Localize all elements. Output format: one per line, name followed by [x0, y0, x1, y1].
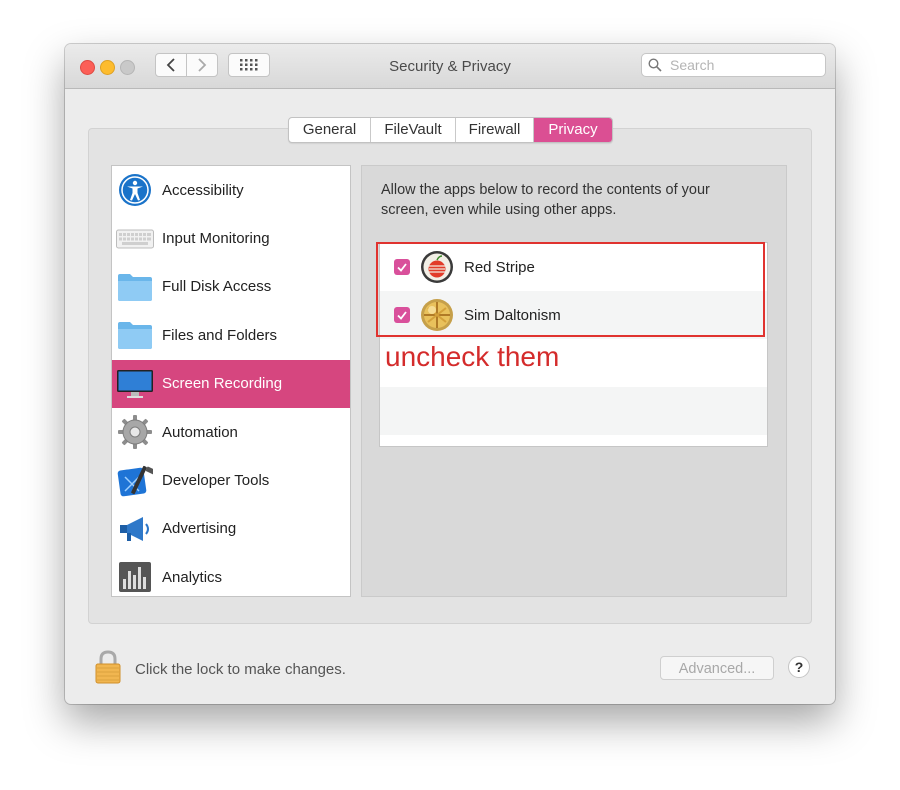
annotation-text: uncheck them: [385, 341, 560, 372]
search-icon: [648, 58, 662, 72]
folder-icon: [116, 316, 154, 354]
keyboard-icon: [116, 220, 154, 258]
sidebar-item-developer-tools[interactable]: Developer Tools: [112, 456, 350, 504]
screen-recording-description: Allow the apps below to record the conte…: [381, 182, 710, 218]
sidebar-item-advertising[interactable]: Advertising: [112, 505, 350, 553]
xcode-icon: [116, 462, 154, 500]
tab-privacy[interactable]: Privacy: [534, 118, 612, 142]
display-icon: [116, 365, 154, 403]
gear-icon: [116, 413, 154, 451]
lock-hint-text: Click the lock to make changes.: [135, 661, 346, 678]
privacy-category-list: Accessibility Input Monitoring Full Disk…: [111, 165, 351, 597]
sidebar-item-automation[interactable]: Automation: [112, 408, 350, 456]
sidebar-item-full-disk-access[interactable]: Full Disk Access: [112, 263, 350, 311]
folder-icon: [116, 268, 154, 306]
advanced-button[interactable]: Advanced...: [660, 656, 774, 680]
sidebar-item-label: Developer Tools: [162, 472, 270, 490]
sidebar-item-label: Automation: [162, 423, 238, 441]
sidebar-item-label: Advertising: [162, 520, 237, 538]
bar-chart-icon: [116, 558, 154, 596]
title-bar: Security & Privacy: [65, 44, 835, 89]
sidebar-item-input-monitoring[interactable]: Input Monitoring: [112, 214, 350, 262]
sidebar-item-label: Input Monitoring: [162, 230, 270, 248]
sidebar-item-label: Screen Recording: [162, 375, 283, 393]
sidebar-item-label: Full Disk Access: [162, 278, 272, 296]
tab-bar: General FileVault Firewall Privacy: [288, 117, 613, 143]
search-input[interactable]: [668, 56, 822, 74]
preferences-window: Security & Privacy General FileVault Fir…: [65, 44, 835, 704]
sidebar-item-label: Analytics: [162, 568, 223, 586]
annotation-highlight-box: [376, 242, 765, 337]
sidebar-item-screen-recording[interactable]: Screen Recording: [112, 359, 350, 408]
sidebar-item-accessibility[interactable]: Accessibility: [112, 166, 350, 214]
accessibility-icon: [116, 171, 154, 209]
search-field[interactable]: [641, 53, 826, 77]
lock-icon[interactable]: [93, 650, 123, 684]
tab-filevault[interactable]: FileVault: [371, 118, 456, 142]
sidebar-item-analytics[interactable]: Analytics: [112, 553, 350, 596]
tab-general[interactable]: General: [289, 118, 371, 142]
help-button[interactable]: ?: [788, 656, 810, 678]
sidebar-item-label: Accessibility: [162, 181, 244, 199]
list-item-empty: [380, 387, 767, 435]
tab-firewall[interactable]: Firewall: [456, 118, 534, 142]
megaphone-icon: [116, 510, 154, 548]
sidebar-item-files-and-folders[interactable]: Files and Folders: [112, 311, 350, 359]
sidebar-item-label: Files and Folders: [162, 326, 278, 344]
